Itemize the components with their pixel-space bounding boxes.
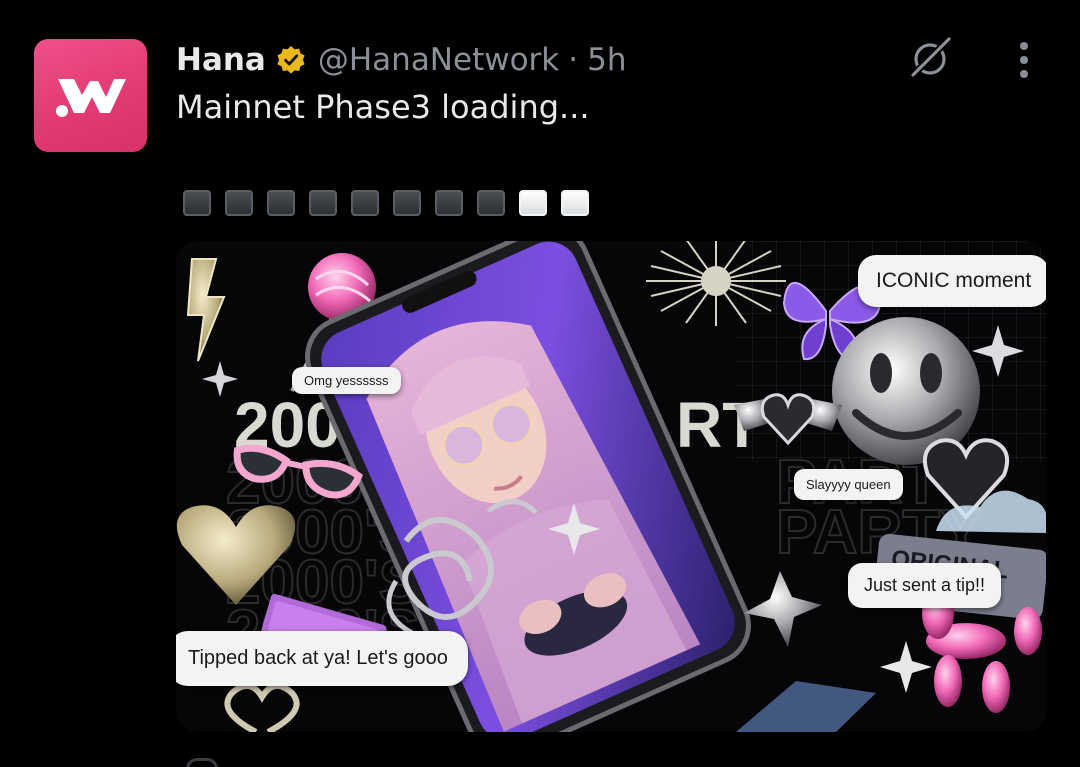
more-options-button[interactable]	[1006, 38, 1042, 82]
author-handle[interactable]: @HanaNetwork	[318, 42, 559, 78]
progress-block-filled	[183, 190, 211, 216]
progress-block-filled	[309, 190, 337, 216]
progress-block-filled	[351, 190, 379, 216]
tweet[interactable]: Hana @HanaNetwork · 5h Mainnet Phase3 lo…	[0, 0, 1080, 767]
progress-block-empty	[519, 190, 547, 216]
avatar[interactable]	[34, 39, 147, 152]
grok-icon	[909, 37, 951, 79]
progress-bar-emoji	[183, 190, 589, 216]
hana-w-logo-icon	[55, 78, 126, 117]
chat-bubble-iconic: ICONIC moment	[858, 255, 1046, 307]
tweet-header: Hana @HanaNetwork · 5h	[176, 38, 626, 82]
separator-dot: ·	[568, 42, 579, 78]
progress-block-filled	[393, 190, 421, 216]
chat-bubble-tipped-back: Tipped back at ya! Let's gooo	[176, 631, 468, 686]
progress-block-filled	[267, 190, 295, 216]
author-name[interactable]: Hana	[176, 42, 266, 78]
more-vertical-icon	[1020, 42, 1028, 78]
verified-badge-icon	[276, 45, 306, 75]
progress-block-filled	[435, 190, 463, 216]
progress-block-filled	[225, 190, 253, 216]
grok-button[interactable]	[904, 34, 956, 82]
tweet-text: Mainnet Phase3 loading...	[176, 88, 590, 126]
progress-block-filled	[477, 190, 505, 216]
progress-block-empty	[561, 190, 589, 216]
chat-bubble-tip: Just sent a tip!!	[848, 563, 1002, 608]
reply-icon[interactable]	[186, 758, 218, 767]
chat-bubble-omg: Omg yessssss	[292, 367, 401, 394]
tweet-media-image[interactable]: 2000'S 2000'S 2000'S 2000'S PARTY PARTY …	[176, 241, 1046, 732]
timestamp[interactable]: 5h	[587, 42, 626, 78]
chat-bubble-slay: Slayyyy queen	[794, 469, 903, 500]
